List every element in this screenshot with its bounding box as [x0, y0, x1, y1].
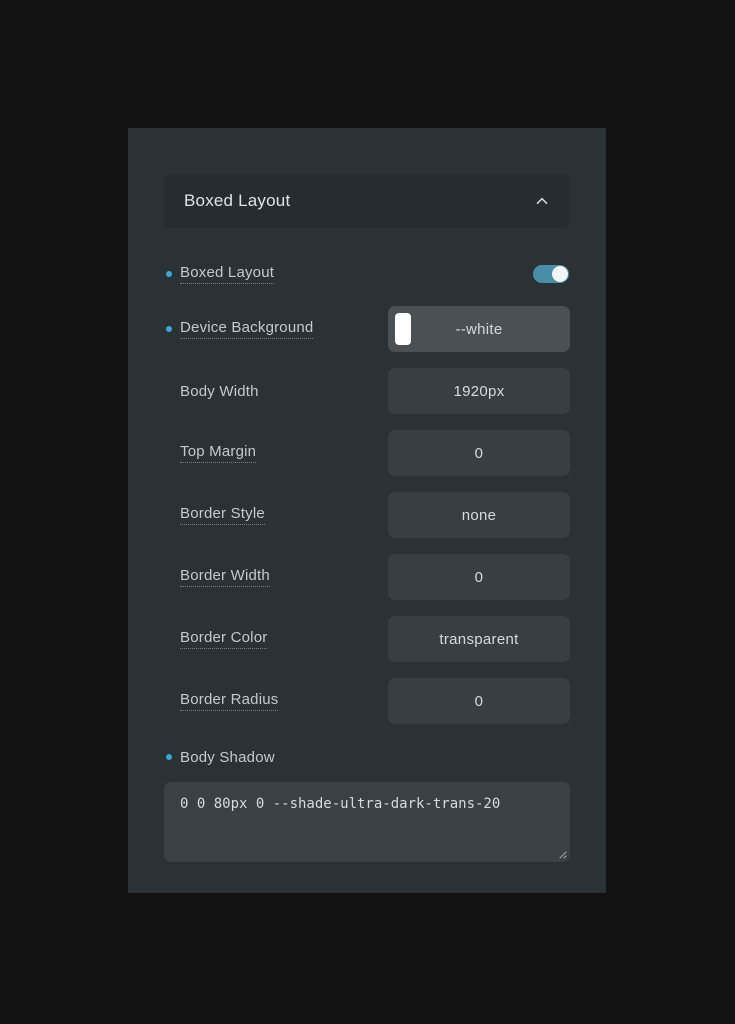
settings-rows: Boxed Layout Device Background --white B… — [164, 250, 570, 732]
row-label: Border Radius — [180, 691, 279, 711]
border-width-input[interactable]: 0 — [388, 554, 570, 600]
row-border-radius: Border Radius 0 — [164, 670, 570, 732]
row-border-color: Border Color transparent — [164, 608, 570, 670]
chevron-up-icon[interactable] — [534, 193, 550, 209]
row-label: Device Background — [180, 319, 314, 339]
settings-panel: Boxed Layout Boxed Layout Device Backgro… — [128, 128, 606, 893]
field-value: 1920px — [453, 382, 505, 400]
row-label: Boxed Layout — [180, 264, 275, 284]
border-radius-input[interactable]: 0 — [388, 678, 570, 724]
row-top-margin: Top Margin 0 — [164, 422, 570, 484]
row-label: Top Margin — [180, 443, 257, 463]
boxed-layout-toggle[interactable] — [533, 265, 569, 283]
control-cell: transparent — [366, 616, 570, 662]
border-color-input[interactable]: transparent — [388, 616, 570, 662]
control-cell — [366, 265, 570, 283]
row-device-background: Device Background --white — [164, 298, 570, 360]
row-label: Body Shadow — [180, 748, 275, 766]
control-cell: none — [366, 492, 570, 538]
label-cell: Body Width — [164, 383, 366, 400]
panel-content: Boxed Layout Boxed Layout Device Backgro… — [164, 174, 570, 862]
resize-handle-icon[interactable] — [555, 847, 567, 859]
accordion-title: Boxed Layout — [184, 191, 291, 210]
field-value: 0 — [474, 568, 484, 586]
field-value: 0 — [474, 692, 484, 710]
label-cell: Border Width — [164, 567, 366, 587]
label-cell: Border Color — [164, 629, 366, 649]
control-cell: 0 — [366, 678, 570, 724]
label-cell: Device Background — [164, 319, 366, 339]
top-margin-input[interactable]: 0 — [388, 430, 570, 476]
textarea-value: 0 0 80px 0 --shade-ultra-dark-trans-20 — [180, 796, 501, 812]
row-border-width: Border Width 0 — [164, 546, 570, 608]
toggle-knob — [552, 266, 568, 282]
field-value: 0 — [474, 444, 484, 462]
row-label: Border Width — [180, 567, 270, 587]
modified-indicator-dot — [166, 754, 172, 760]
control-cell: 0 — [366, 554, 570, 600]
border-style-input[interactable]: none — [388, 492, 570, 538]
row-label: Body Width — [180, 382, 259, 400]
body-shadow-textarea[interactable]: 0 0 80px 0 --shade-ultra-dark-trans-20 — [164, 782, 570, 862]
label-cell: Border Radius — [164, 691, 366, 711]
modified-indicator-dot — [166, 271, 172, 277]
control-cell: 1920px — [366, 368, 570, 414]
row-label: Border Color — [180, 629, 268, 649]
row-body-width: Body Width 1920px — [164, 360, 570, 422]
field-value: none — [461, 506, 497, 524]
control-cell: --white — [366, 306, 570, 352]
label-cell: Body Shadow — [164, 744, 570, 770]
label-cell: Top Margin — [164, 443, 366, 463]
control-cell: 0 — [366, 430, 570, 476]
row-label: Border Style — [180, 505, 265, 525]
field-value: transparent — [439, 630, 519, 648]
field-value: --white — [455, 320, 503, 338]
row-border-style: Border Style none — [164, 484, 570, 546]
color-swatch[interactable] — [395, 313, 411, 345]
label-cell: Border Style — [164, 505, 366, 525]
label-cell: Boxed Layout — [164, 264, 366, 284]
device-background-input[interactable]: --white — [388, 306, 570, 352]
body-width-input[interactable]: 1920px — [388, 368, 570, 414]
modified-indicator-dot — [166, 326, 172, 332]
accordion-header-boxed-layout[interactable]: Boxed Layout — [164, 174, 570, 228]
body-shadow-block: Body Shadow 0 0 80px 0 --shade-ultra-dar… — [164, 744, 570, 862]
row-boxed-layout: Boxed Layout — [164, 250, 570, 298]
